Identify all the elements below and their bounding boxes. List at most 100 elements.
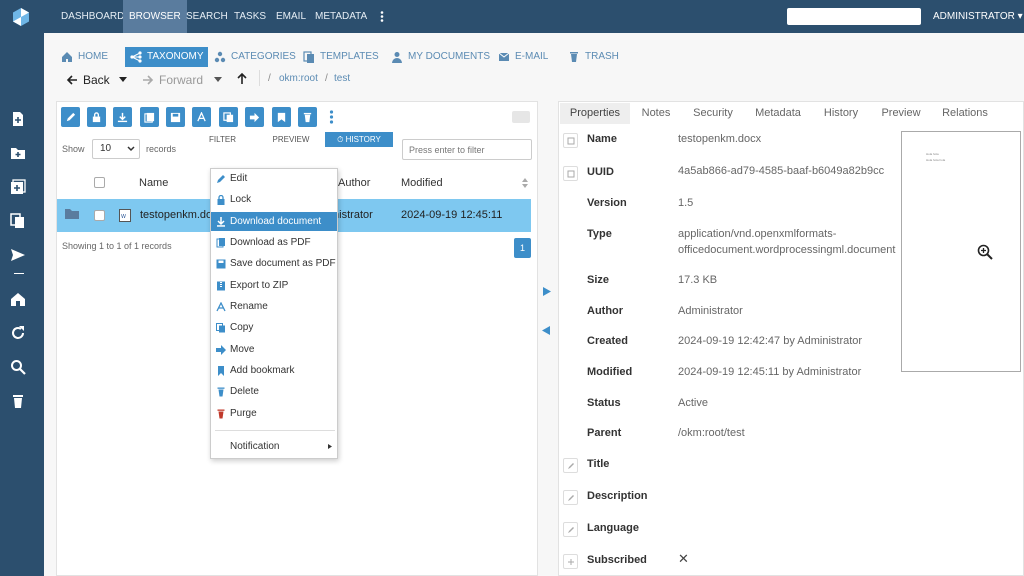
pencil-icon (217, 174, 225, 183)
arrow-up-icon[interactable] (236, 72, 248, 85)
trash-icon (570, 52, 578, 62)
tab-templates[interactable]: TEMPLATES (303, 47, 379, 67)
tab-home[interactable]: HOME (61, 47, 108, 67)
menu-item-edit[interactable]: Edit (211, 169, 337, 188)
subtab-filter[interactable]: FILTER (195, 132, 250, 147)
refresh-icon[interactable] (10, 325, 26, 341)
document-thumbnail[interactable]: Hola hola Hola hola hola (901, 131, 1021, 372)
value-parent[interactable]: /okm:root/test (678, 426, 745, 441)
column-header-name[interactable]: Name (139, 177, 168, 189)
collapse-toggle[interactable] (512, 111, 530, 123)
tab-relations[interactable]: Relations (935, 103, 995, 124)
nav-metadata[interactable]: METADATA (309, 0, 373, 33)
nav-search[interactable]: SEARCH (180, 0, 234, 33)
tab-security[interactable]: Security (687, 103, 739, 124)
download-pdf-button[interactable] (140, 107, 159, 127)
subtab-preview[interactable]: PREVIEW (262, 132, 320, 147)
rename-button[interactable] (192, 107, 211, 127)
forward-button[interactable]: Forward (142, 70, 203, 90)
home-icon[interactable] (10, 291, 26, 307)
menu-item-notification[interactable]: Notification (211, 437, 337, 456)
breadcrumb-root[interactable]: okm:root (279, 73, 318, 84)
menu-item-copy[interactable]: Copy (211, 318, 337, 337)
menu-item-purge[interactable]: Purge (211, 404, 337, 423)
tab-trash[interactable]: TRASH (568, 47, 619, 67)
menu-item-download-pdf[interactable]: Download as PDF (211, 233, 337, 252)
user-menu[interactable]: ADMINISTRATOR ▾ (933, 0, 1023, 33)
tab-categories[interactable]: CATEGORIES (214, 47, 296, 67)
tab-notes[interactable]: Notes (636, 103, 676, 124)
subtab-history[interactable]: ⏱ HISTORY (325, 132, 393, 147)
preview-line: Hola hola (926, 152, 939, 156)
edit-button[interactable] (61, 107, 80, 127)
app-logo-icon[interactable] (11, 7, 31, 27)
copy-icon[interactable] (10, 213, 26, 229)
menu-item-add-bookmark[interactable]: Add bookmark (211, 361, 337, 380)
tab-metadata[interactable]: Metadata (749, 103, 807, 124)
download-button[interactable] (113, 107, 132, 127)
tab-my-documents[interactable]: MY DOCUMENTS (391, 47, 490, 67)
pencil-icon (567, 462, 574, 469)
delete-button[interactable] (298, 107, 317, 127)
column-header-author[interactable]: Author (338, 177, 370, 189)
sort-icon[interactable] (522, 178, 528, 188)
copy-uuid-button[interactable] (563, 166, 578, 181)
edit-subscribed-button[interactable] (563, 554, 578, 569)
expand-right-icon[interactable] (543, 287, 551, 296)
tab-properties[interactable]: Properties (560, 103, 630, 124)
filter-input[interactable] (402, 139, 532, 160)
menu-item-export-zip[interactable]: Export to ZIP (211, 276, 337, 295)
breadcrumb-test[interactable]: test (334, 73, 350, 84)
add-icon[interactable] (10, 179, 26, 195)
tab-email[interactable]: E-MAIL (498, 47, 548, 67)
move-button[interactable] (245, 107, 264, 127)
trash-icon[interactable] (10, 393, 26, 409)
zoom-in-icon[interactable] (977, 244, 993, 260)
tab-taxonomy[interactable]: TAXONOMY (125, 47, 209, 67)
value-uuid: 4a5ab866-ad79-4585-baaf-b6049a82b9cc (678, 165, 885, 177)
nav-browser[interactable]: BROWSER (123, 0, 187, 33)
new-document-icon[interactable] (10, 111, 26, 127)
more-options-icon[interactable] (329, 110, 334, 124)
menu-item-lock[interactable]: Lock (211, 190, 337, 209)
lock-button[interactable] (87, 107, 106, 127)
new-folder-icon[interactable] (10, 145, 26, 161)
back-dropdown-icon[interactable] (119, 77, 127, 82)
bookmark-button[interactable] (272, 107, 291, 127)
user-icon (392, 52, 402, 63)
save-pdf-button[interactable] (166, 107, 185, 127)
word-document-icon: W (119, 209, 131, 222)
tab-history[interactable]: History (817, 103, 865, 124)
more-vertical-icon[interactable] (380, 11, 384, 22)
edit-language-button[interactable] (563, 522, 578, 537)
back-button[interactable]: Back (66, 70, 110, 90)
pencil-icon (567, 526, 574, 533)
menu-item-rename[interactable]: Rename (211, 297, 337, 316)
copy-name-button[interactable] (563, 133, 578, 148)
menu-item-move[interactable]: Move (211, 340, 337, 359)
edit-title-button[interactable] (563, 458, 578, 473)
menu-label: Save document as PDF (230, 258, 336, 269)
copy-button[interactable] (219, 107, 238, 127)
expand-left-icon[interactable] (542, 326, 550, 335)
column-header-modified[interactable]: Modified (401, 177, 443, 189)
svg-text:W: W (121, 214, 126, 220)
send-icon[interactable] (10, 247, 26, 263)
menu-item-save-pdf[interactable]: Save document as PDF (211, 254, 337, 273)
global-search-input[interactable] (787, 8, 921, 25)
menu-item-delete[interactable]: Delete (211, 382, 337, 401)
nav-dashboard[interactable]: DASHBOARD (55, 0, 130, 33)
nav-tasks[interactable]: TASKS (228, 0, 272, 33)
search-icon[interactable] (10, 359, 26, 375)
tab-preview[interactable]: Preview (875, 103, 927, 124)
nav-email[interactable]: EMAIL (270, 0, 312, 33)
page-1-button[interactable]: 1 (514, 238, 531, 258)
bookmark-icon (277, 112, 286, 122)
forward-dropdown-icon[interactable] (214, 77, 222, 82)
select-all-checkbox[interactable] (94, 177, 105, 188)
edit-description-button[interactable] (563, 490, 578, 505)
row-checkbox[interactable] (94, 210, 105, 221)
label-uuid: UUID (587, 166, 614, 178)
page-size-select[interactable]: 10 (92, 139, 140, 159)
menu-item-download-document[interactable]: Download document (211, 212, 337, 231)
